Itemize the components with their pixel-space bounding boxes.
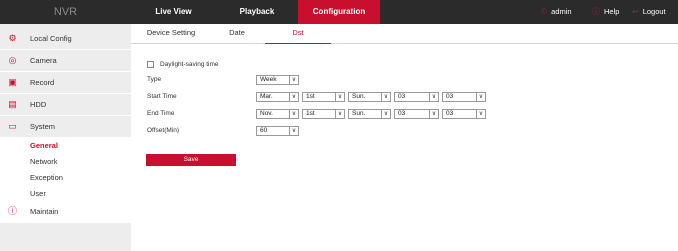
type-label: Type (147, 76, 162, 83)
select-value: Nov. (260, 110, 273, 117)
sidebar-item-system[interactable]: ▭ System (0, 116, 131, 136)
user-menu[interactable]: ☉ admin (540, 0, 572, 24)
monitor-icon: ▭ (8, 120, 17, 131)
tab-device-setting[interactable]: Device Setting (143, 24, 199, 44)
help-link[interactable]: ⓘ Help (592, 0, 619, 24)
select-value: 1st (306, 110, 315, 117)
chevron-down-icon: ∨ (289, 76, 298, 84)
divider (0, 222, 131, 223)
chevron-down-icon: ∨ (429, 110, 438, 118)
user-name: admin (551, 7, 572, 16)
help-icon: ⓘ (592, 7, 600, 16)
dst-checkbox-label: Daylight-saving time (160, 61, 219, 68)
select-value: Sun. (352, 93, 366, 100)
sidebar-item-local-config[interactable]: ⚙ Local Config (0, 28, 131, 48)
end-month-select[interactable]: Nov. ∨ (256, 109, 299, 119)
tab-date[interactable]: Date (219, 24, 255, 44)
chevron-down-icon: ∨ (289, 110, 298, 118)
save-button[interactable]: Save (146, 154, 236, 166)
tab-live-view[interactable]: Live View (131, 0, 216, 24)
select-value: 03 (398, 110, 406, 117)
select-value: 03 (446, 110, 454, 117)
select-value: Mar. (260, 93, 273, 100)
select-value: 60 (260, 127, 268, 134)
sidebar-subitem-network[interactable]: Network (30, 157, 58, 166)
sidebar-subitem-exception[interactable]: Exception (30, 173, 63, 182)
select-value: Sun. (352, 110, 366, 117)
logout-link[interactable]: ↩ Logout (632, 0, 666, 24)
select-value: 03 (446, 93, 454, 100)
start-week-select[interactable]: 1st ∨ (302, 92, 345, 102)
chevron-down-icon: ∨ (335, 110, 344, 118)
logout-label: Logout (642, 7, 666, 16)
sidebar: ⚙ Local Config ◎ Camera ▣ Record ▤ HDD ▭… (0, 24, 131, 251)
sidebar-item-label: Local Config (30, 33, 72, 43)
sidebar-item-hdd[interactable]: ▤ HDD (0, 94, 131, 114)
tab-configuration[interactable]: Configuration (298, 0, 380, 24)
settings-tabs: Device Setting Date Dst (131, 24, 678, 44)
offset-label: Offset(Min) (147, 127, 180, 134)
chevron-down-icon: ∨ (381, 110, 390, 118)
hdd-icon: ▤ (8, 98, 17, 109)
select-value: 1st (306, 93, 315, 100)
select-value: 03 (398, 93, 406, 100)
help-label: Help (604, 7, 620, 16)
start-time-label: Start Time (147, 93, 177, 100)
type-select[interactable]: Week ∨ (256, 75, 299, 85)
chevron-down-icon: ∨ (429, 93, 438, 101)
tab-playback[interactable]: Playback (216, 0, 298, 24)
chevron-down-icon: ∨ (289, 93, 298, 101)
sidebar-item-label: Record (30, 77, 55, 87)
sidebar-subitem-user[interactable]: User (30, 189, 46, 198)
chevron-down-icon: ∨ (381, 93, 390, 101)
chevron-down-icon: ∨ (476, 110, 485, 118)
sidebar-item-camera[interactable]: ◎ Camera (0, 50, 131, 70)
type-select-value: Week (260, 76, 277, 83)
chevron-down-icon: ∨ (476, 93, 485, 101)
chevron-down-icon: ∨ (335, 93, 344, 101)
tab-dst[interactable]: Dst (265, 24, 331, 44)
start-hour-select[interactable]: 03 ∨ (394, 92, 439, 102)
sidebar-item-record[interactable]: ▣ Record (0, 72, 131, 92)
record-icon: ▣ (8, 76, 17, 87)
end-time-label: End Time (147, 110, 175, 117)
sidebar-item-label: Maintain (30, 206, 59, 216)
sidebar-item-maintain[interactable]: ⓘ Maintain (0, 201, 131, 221)
sidebar-item-label: HDD (30, 99, 47, 109)
info-icon: ⓘ (8, 205, 18, 216)
gear-icon: ⚙ (8, 32, 17, 43)
camera-icon: ◎ (8, 54, 17, 65)
dst-checkbox-row[interactable]: Daylight-saving time (147, 61, 219, 68)
app-logo: NVR (53, 6, 78, 18)
end-hour-select[interactable]: 03 ∨ (394, 109, 439, 119)
user-icon: ☉ (540, 7, 548, 16)
end-day-select[interactable]: Sun. ∨ (348, 109, 391, 119)
dst-checkbox[interactable] (147, 61, 154, 68)
chevron-down-icon: ∨ (289, 127, 298, 135)
start-month-select[interactable]: Mar. ∨ (256, 92, 299, 102)
offset-select[interactable]: 60 ∨ (256, 126, 299, 136)
start-minute-select[interactable]: 03 ∨ (442, 92, 486, 102)
top-bar: NVR Live View Playback Configuration ☉ a… (0, 0, 678, 24)
sidebar-subitem-general[interactable]: General (30, 141, 58, 150)
start-day-select[interactable]: Sun. ∨ (348, 92, 391, 102)
end-minute-select[interactable]: 03 ∨ (442, 109, 486, 119)
end-week-select[interactable]: 1st ∨ (302, 109, 345, 119)
logout-icon: ↩ (632, 7, 639, 16)
sidebar-item-label: Camera (30, 55, 57, 65)
sidebar-item-label: System (30, 121, 56, 131)
